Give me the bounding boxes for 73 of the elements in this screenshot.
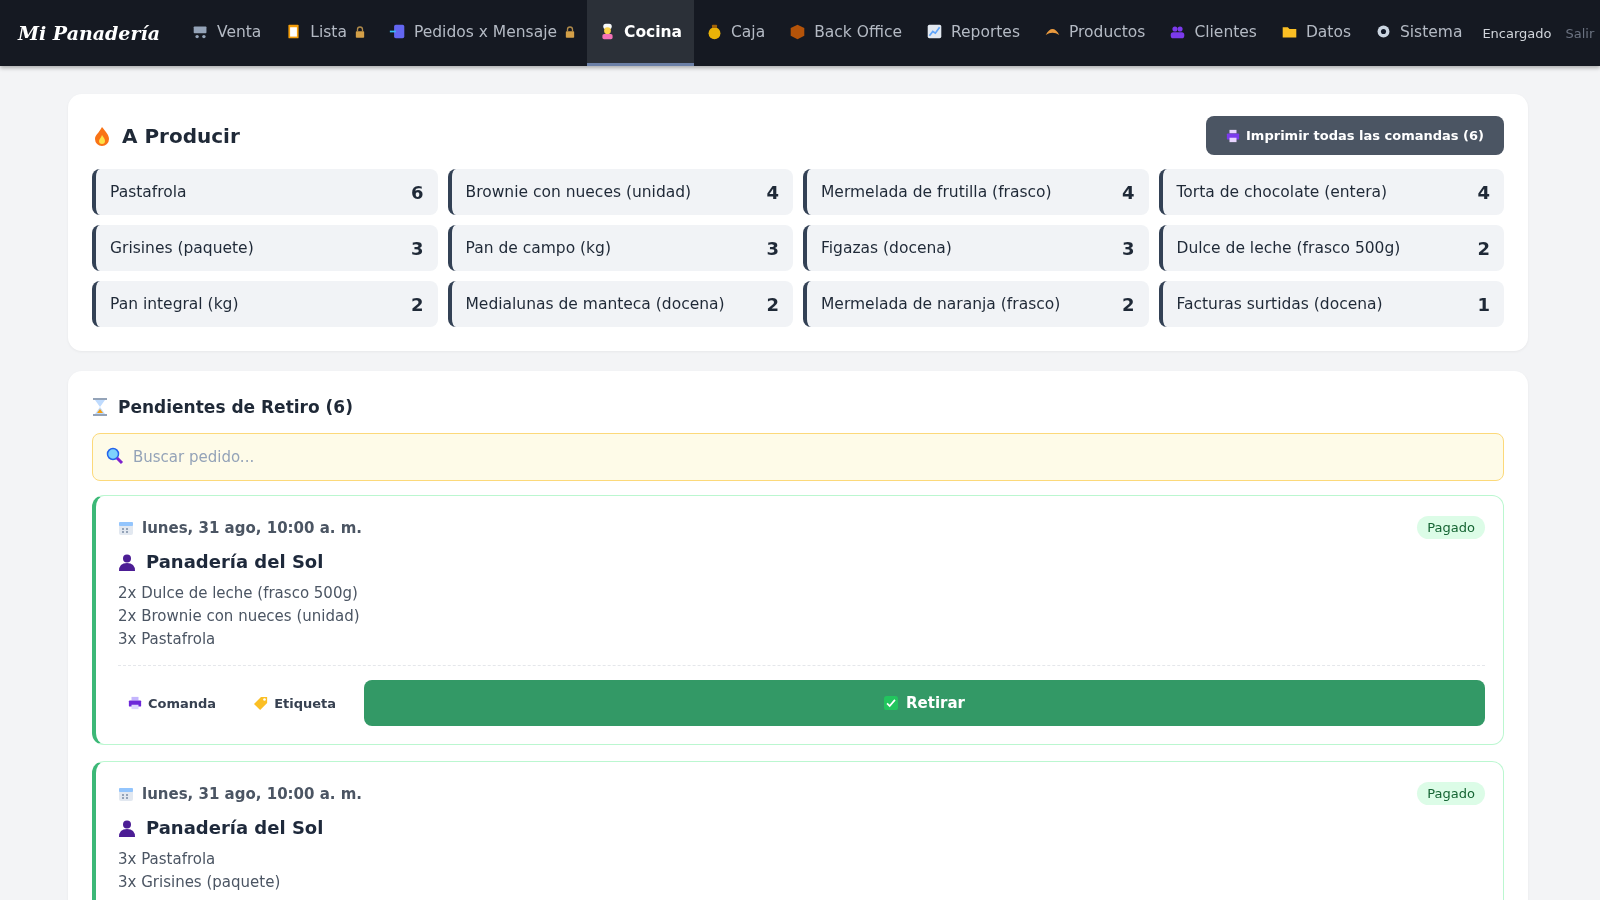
section-title: A Producir — [122, 123, 240, 148]
tag-icon — [254, 696, 269, 710]
product-quantity: 2 — [1477, 237, 1490, 259]
printer-icon — [1226, 128, 1241, 143]
status-badge: Pagado — [1417, 782, 1485, 805]
calendar-icon — [118, 785, 134, 802]
nav-tab[interactable]: Reportes — [914, 0, 1032, 66]
cart-icon — [192, 23, 209, 40]
product-name: Mermelada de frutilla (frasco) — [821, 183, 1052, 201]
person-icon — [118, 818, 136, 837]
product-quantity: 4 — [1121, 181, 1135, 203]
nav-tab[interactable]: Datos — [1268, 0, 1363, 66]
order-line: 3x Pastafrola — [118, 629, 217, 650]
product-quantity: 2 — [410, 293, 424, 315]
status-badge: Pagado — [1417, 516, 1485, 539]
lock-icon — [354, 25, 365, 38]
product-name: Grisines (paquete) — [110, 239, 254, 257]
brand-logo[interactable]: Mi Panadería — [18, 22, 160, 44]
product-quantity: 3 — [766, 237, 779, 259]
product-quantity: 2 — [1121, 293, 1135, 315]
search-icon — [106, 447, 124, 465]
customer-name: Panadería del Sol — [146, 817, 324, 838]
label-button[interactable]: Etiqueta — [244, 687, 347, 719]
product-quantity: 3 — [1121, 237, 1135, 259]
search-field[interactable]: Buscar pedido... — [92, 433, 1504, 481]
nav-tab[interactable]: Sistema — [1362, 0, 1475, 66]
customer-name: Panadería del Sol — [146, 551, 324, 572]
chart-icon — [926, 23, 943, 40]
lock-icon — [565, 25, 575, 38]
cook-icon — [599, 23, 616, 40]
logout-link[interactable]: Salir — [1565, 25, 1595, 41]
product-name: Pan de campo (kg) — [465, 239, 611, 257]
product-name: Mermelada de naranja (frasco) — [821, 295, 1061, 313]
product-quantity: 2 — [766, 293, 779, 315]
nav-tab[interactable]: Productos — [1032, 0, 1158, 66]
nav-tab[interactable]: Clientes — [1157, 0, 1269, 66]
nav-tab[interactable]: Lista — [273, 0, 377, 66]
product-quantity: 4 — [1477, 181, 1490, 203]
order-line: 2x Brownie con nueces (unidad) — [118, 606, 361, 627]
product-name: Brownie con nueces (unidad) — [465, 183, 692, 201]
box-icon — [789, 23, 807, 40]
nav-tab[interactable]: Pedidos x Mensaje — [376, 0, 587, 66]
printer-icon — [128, 696, 142, 710]
nav-tab[interactable]: Cocina — [587, 0, 695, 66]
order-line: 3x Pastafrola — [118, 849, 217, 870]
check-icon — [884, 696, 899, 710]
product-quantity: 3 — [410, 237, 424, 259]
calendar-icon — [118, 519, 134, 536]
product-name: Torta de chocolate (entera) — [1176, 183, 1388, 201]
pickup-button[interactable]: Retirar — [364, 680, 1485, 726]
product-name: Dulce de leche (frasco 500g) — [1176, 239, 1401, 257]
person-icon — [118, 552, 136, 571]
product-quantity: 4 — [766, 181, 779, 203]
nav-tab[interactable]: Back Office — [777, 0, 914, 66]
product-name: Figazas (docena) — [821, 239, 952, 257]
product-name: Facturas surtidas (docena) — [1176, 295, 1383, 313]
product-quantity: 6 — [410, 181, 424, 203]
user-name: Encargado — [1482, 25, 1552, 41]
order-line: 2x Dulce de leche (frasco 500g) — [118, 583, 359, 604]
print-all-button[interactable]: Imprimir todas las comandas (6) — [1206, 116, 1504, 155]
order-line: 3x Grisines (paquete) — [118, 872, 282, 893]
nav-tab[interactable]: Caja — [694, 0, 778, 66]
product-name: Medialunas de manteca (docena) — [465, 295, 725, 313]
people-icon — [1169, 23, 1187, 40]
product-name: Pastafrola — [110, 183, 187, 201]
ticket-button[interactable]: Comanda — [118, 687, 227, 719]
hourglass-icon — [92, 397, 108, 417]
nav-tab[interactable]: Venta — [180, 0, 274, 66]
product-quantity: 1 — [1477, 293, 1490, 315]
order-date: lunes, 31 ago, 10:00 a. m. — [142, 518, 363, 537]
section-title: Pendientes de Retiro (6) — [118, 397, 353, 417]
order-date: lunes, 31 ago, 10:00 a. m. — [142, 784, 363, 803]
product-name: Pan integral (kg) — [110, 295, 239, 313]
